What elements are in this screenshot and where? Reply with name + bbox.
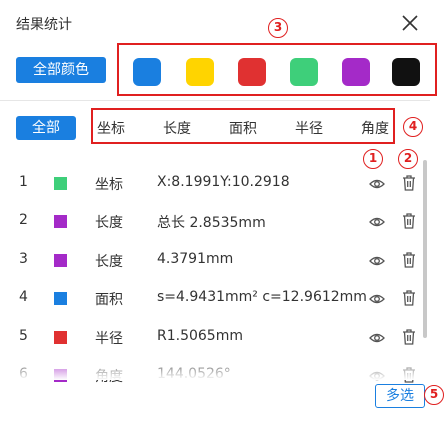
all-button[interactable]: 全部 [16,116,76,140]
color-swatch-yellow[interactable] [186,58,214,86]
row-type: 坐标 [95,177,123,193]
row-index: 1 [19,174,28,190]
tab-1[interactable]: 坐标 [97,118,125,138]
eye-icon[interactable] [369,216,385,228]
eye-icon[interactable] [369,293,385,305]
row-type: 长度 [95,254,123,270]
row-index: 3 [19,251,28,267]
annotation-marker-5: 5 [424,385,444,405]
row-color-swatch [54,331,67,344]
row-color-swatch [54,292,67,305]
row-type: 半径 [95,331,123,347]
row-value: R1.5065mm [157,328,243,344]
row-index: 4 [19,289,28,305]
close-icon[interactable] [400,13,420,33]
annotation-marker-4: 4 [403,117,423,137]
trash-icon[interactable] [402,252,416,268]
row-index: 2 [19,212,28,228]
row-index: 5 [19,328,28,344]
annotation-marker-2: 2 [398,149,418,169]
row-value: 总长 2.8535mm [157,215,266,231]
trash-icon[interactable] [402,213,416,229]
tab-3[interactable]: 面积 [229,118,257,138]
divider [0,100,430,101]
all-colors-button[interactable]: 全部颜色 [16,57,106,83]
tab-4[interactable]: 半径 [295,118,323,138]
row-type: 长度 [95,215,123,231]
tab-2[interactable]: 长度 [163,118,191,138]
eye-icon[interactable] [369,255,385,267]
row-value: s=4.9431mm² c=12.9612mm [157,289,367,305]
list-fade [0,360,430,380]
color-swatch-purple[interactable] [342,58,370,86]
trash-icon[interactable] [402,175,416,191]
color-palette-highlight [117,43,437,96]
row-color-swatch [54,215,67,228]
row-type: 面积 [95,292,123,308]
row-value: 4.3791mm [157,251,234,267]
eye-icon[interactable] [369,178,385,190]
trash-icon[interactable] [402,290,416,306]
color-swatch-red[interactable] [238,58,266,86]
tab-5[interactable]: 角度 [361,118,389,138]
scrollbar[interactable] [423,160,427,338]
color-swatch-blue[interactable] [133,58,161,86]
annotation-marker-3: 3 [268,18,288,38]
annotation-marker-1: 1 [363,149,383,169]
dialog-title: 结果统计 [16,17,72,33]
trash-icon[interactable] [402,329,416,345]
row-color-swatch [54,177,67,190]
row-color-swatch [54,254,67,267]
color-swatch-green[interactable] [290,58,318,86]
color-swatch-black[interactable] [392,58,420,86]
eye-icon[interactable] [369,332,385,344]
multi-select-button[interactable]: 多选 [375,384,425,408]
row-value: X:8.1991Y:10.2918 [157,174,290,190]
